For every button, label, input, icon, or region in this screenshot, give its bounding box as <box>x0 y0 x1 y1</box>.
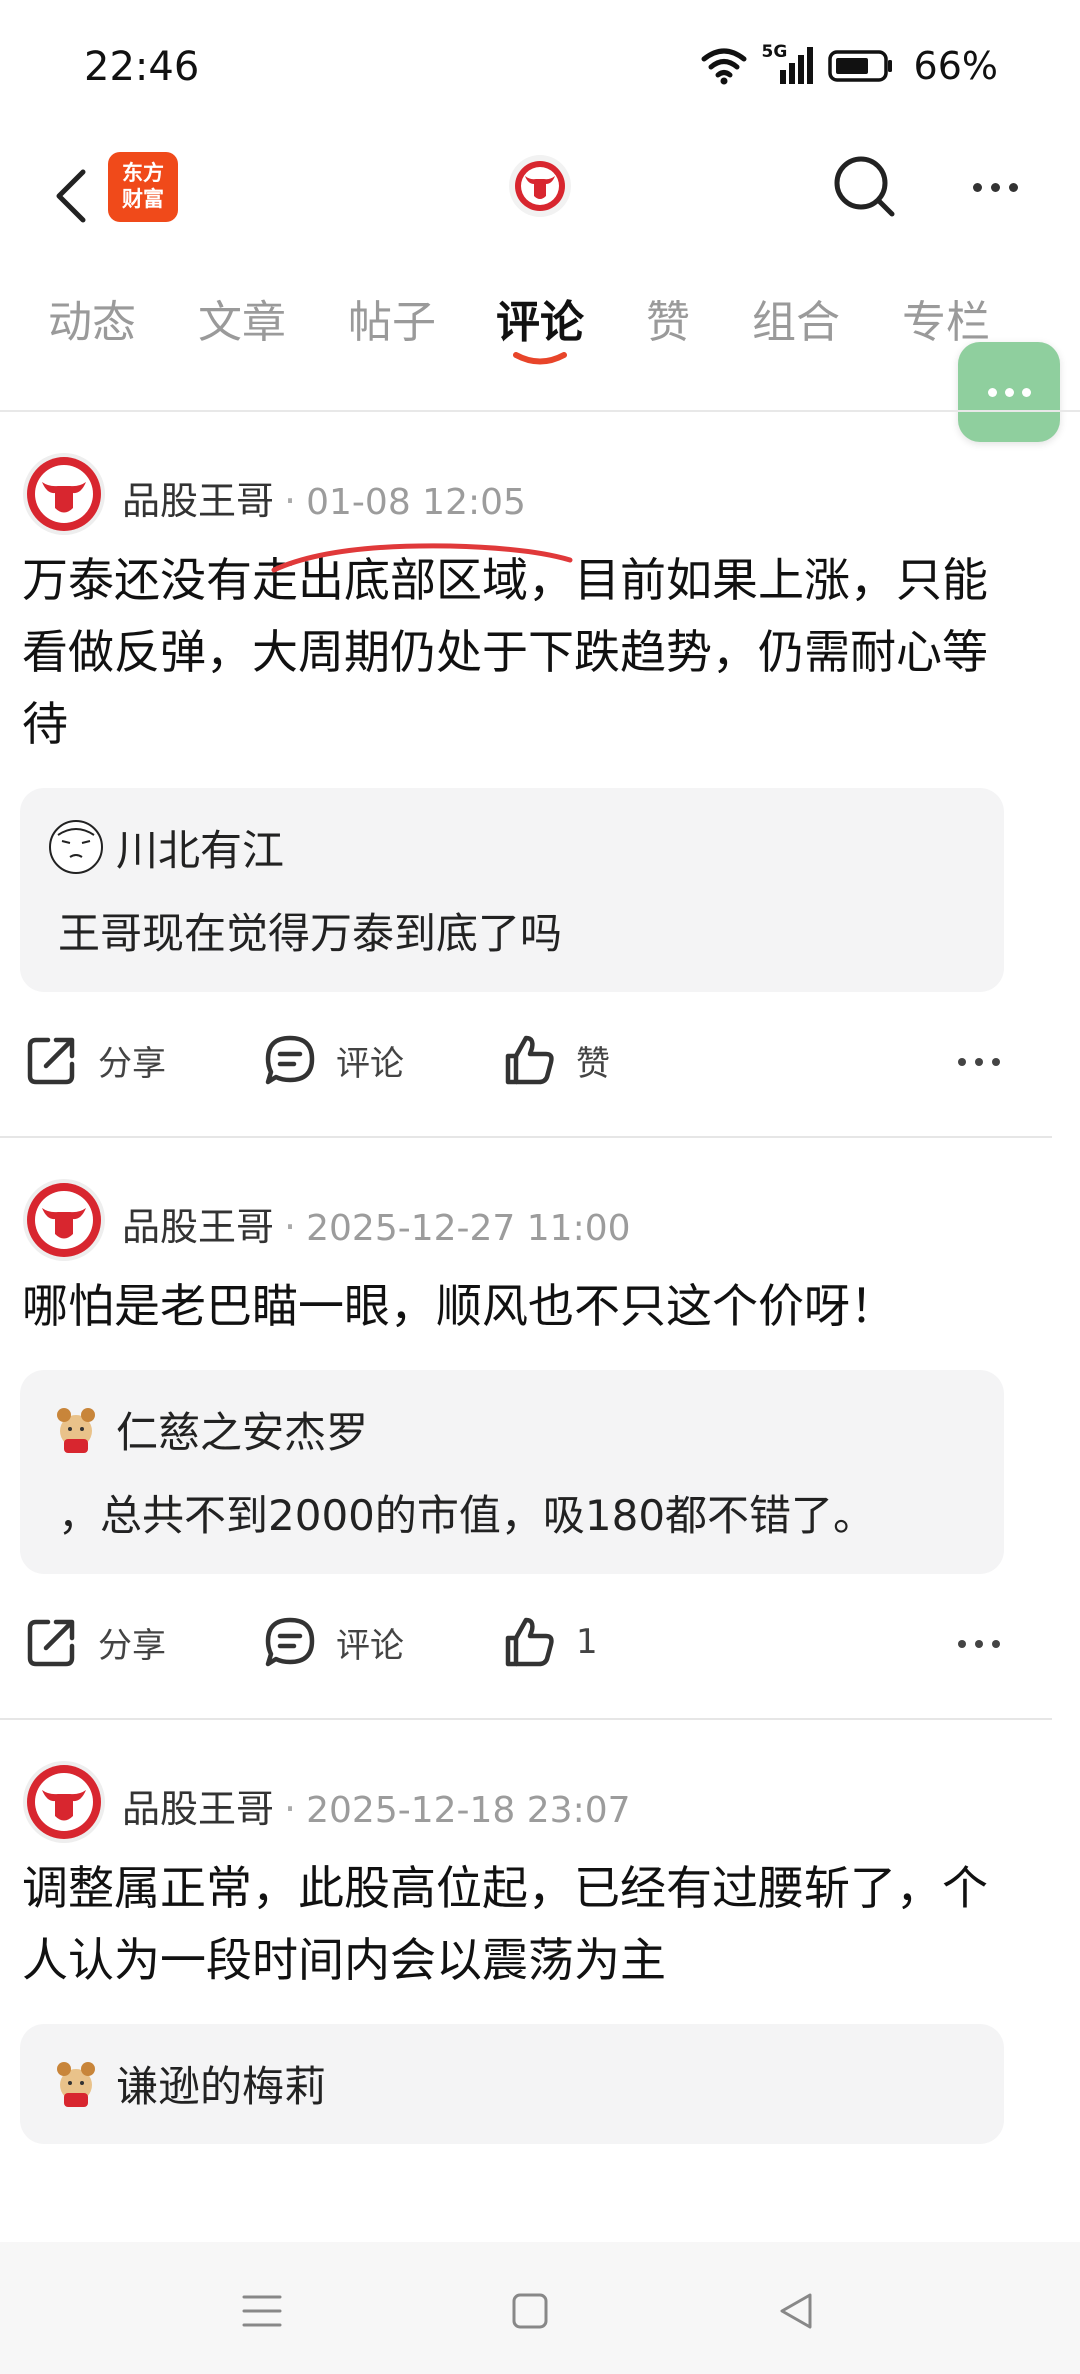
author-name[interactable]: 品股王哥 <box>122 1205 274 1249</box>
quoted-comment[interactable]: 仁慈之安杰罗 ，总共不到2000的市值，吸180都不错了。 <box>20 1370 1004 1574</box>
comment-button[interactable]: 评论 <box>262 1032 404 1088</box>
share-button[interactable]: 分享 <box>24 1032 166 1088</box>
author-line: 品股王哥 · 2025-12-27 11:00 <box>122 1205 631 1249</box>
active-tab-indicator <box>513 352 567 365</box>
search-button[interactable] <box>830 152 900 222</box>
back-triangle-icon <box>780 2293 812 2329</box>
nav-home-button[interactable] <box>500 2286 560 2336</box>
comment-card: 品股王哥 · 01-08 12:05 万泰还没有走出底部区域，目前如果上涨，只能看做… <box>0 412 1052 1138</box>
wifi-icon <box>701 48 747 85</box>
status-icons: 5G 66% <box>700 42 998 88</box>
author-name[interactable]: 品股王哥 <box>122 1787 274 1831</box>
comment-text: 哪怕是老巴瞄一眼，顺风也不只这个价呀！ <box>22 1279 896 1333</box>
quoted-user-name: 仁慈之安杰罗 <box>116 1407 369 1457</box>
quoted-user-name: 川北有江 <box>116 825 285 875</box>
thumbs-up-icon <box>505 1617 554 1667</box>
quoted-comment[interactable]: 谦逊的梅莉 <box>20 2024 1004 2144</box>
battery-percent: 66% <box>913 44 998 88</box>
like-button[interactable]: 赞 <box>502 1032 610 1088</box>
author-avatar[interactable] <box>22 452 106 536</box>
like-button[interactable]: 1 <box>502 1614 598 1670</box>
thumbs-up-icon <box>505 1035 554 1085</box>
battery-icon <box>827 50 892 82</box>
post-more-button[interactable] <box>958 1640 1000 1648</box>
signal-icon: 5G <box>762 42 814 86</box>
tab-columns[interactable]: 专栏 <box>902 286 990 350</box>
tab-posts[interactable]: 帖子 <box>348 286 436 350</box>
chevron-left-icon <box>56 169 86 223</box>
quoted-user-avatar <box>57 1408 95 1453</box>
quoted-user-avatar <box>57 2062 95 2107</box>
tab-comments[interactable]: 评论 <box>496 286 584 350</box>
post-time: 2025-12-18 23:07 <box>306 1790 631 1831</box>
post-time: 01-08 12:05 <box>306 482 526 523</box>
back-button[interactable] <box>40 158 100 234</box>
author-avatar[interactable] <box>22 1178 106 1262</box>
app-logo[interactable]: 东方 财富 <box>108 152 178 222</box>
home-square-icon <box>512 2293 548 2329</box>
status-bar: 22:46 5G 66% <box>0 0 1080 130</box>
author-line: 品股王哥 · 2025-12-18 23:07 <box>122 1787 631 1831</box>
quoted-text: ，总共不到2000的市值，吸180都不错了。 <box>58 1491 876 1540</box>
share-icon <box>27 1037 75 1085</box>
author-avatar[interactable] <box>22 1760 106 1844</box>
action-bar: 分享 评论 1 <box>0 1574 1052 1718</box>
comment-text: 调整属正常，此股高位起，已经有过腰斩了，个人认为一段时间内会以震荡为主 <box>22 1861 988 1987</box>
like-count: 1 <box>576 1622 598 1662</box>
profile-avatar[interactable] <box>508 154 572 218</box>
comment-feed: 品股王哥 · 01-08 12:05 万泰还没有走出底部区域，目前如果上涨，只能看做… <box>0 412 1080 2242</box>
comment-icon <box>265 1617 315 1667</box>
share-icon <box>27 1619 75 1667</box>
comment-button[interactable]: 评论 <box>262 1614 404 1670</box>
post-more-button[interactable] <box>958 1058 1000 1066</box>
post-time: 2025-12-27 11:00 <box>306 1208 631 1249</box>
menu-icon <box>242 2295 282 2327</box>
header: 东方 财富 <box>0 140 1080 250</box>
author-name[interactable]: 品股王哥 <box>122 479 274 523</box>
comment-card: 品股王哥 · 2025-12-27 11:00 哪怕是老巴瞄一眼，顺风也不只这个价呀… <box>0 1138 1052 1720</box>
tab-dynamics[interactable]: 动态 <box>48 286 136 350</box>
handwritten-underline <box>271 543 573 573</box>
tab-portfolios[interactable]: 组合 <box>752 286 840 350</box>
search-icon <box>834 156 895 217</box>
quoted-text: 王哥现在觉得万泰到底了吗 <box>58 909 563 958</box>
more-options-button[interactable] <box>960 162 1030 212</box>
author-line: 品股王哥 · 01-08 12:05 <box>122 479 526 523</box>
comment-card: 品股王哥 · 2025-12-18 23:07 调整属正常，此股高位起，已经有过腰斩… <box>0 1720 1052 2144</box>
quoted-user-name: 谦逊的梅莉 <box>116 2061 327 2111</box>
tab-bar: 动态 文章 帖子 评论 赞 组合 专栏 <box>0 280 1080 380</box>
share-button[interactable]: 分享 <box>24 1614 166 1670</box>
comment-icon <box>265 1035 315 1085</box>
tab-likes[interactable]: 赞 <box>646 286 690 350</box>
system-nav-bar <box>0 2242 1080 2374</box>
quoted-comment[interactable]: 川北有江 王哥现在觉得万泰到底了吗 <box>20 788 1004 992</box>
action-bar: 分享 评论 赞 <box>0 992 1052 1136</box>
status-time: 22:46 <box>84 44 200 90</box>
nav-back-button[interactable] <box>766 2286 826 2336</box>
tab-articles[interactable]: 文章 <box>198 286 286 350</box>
nav-menu-button[interactable] <box>232 2286 292 2336</box>
quoted-user-avatar <box>49 820 103 874</box>
